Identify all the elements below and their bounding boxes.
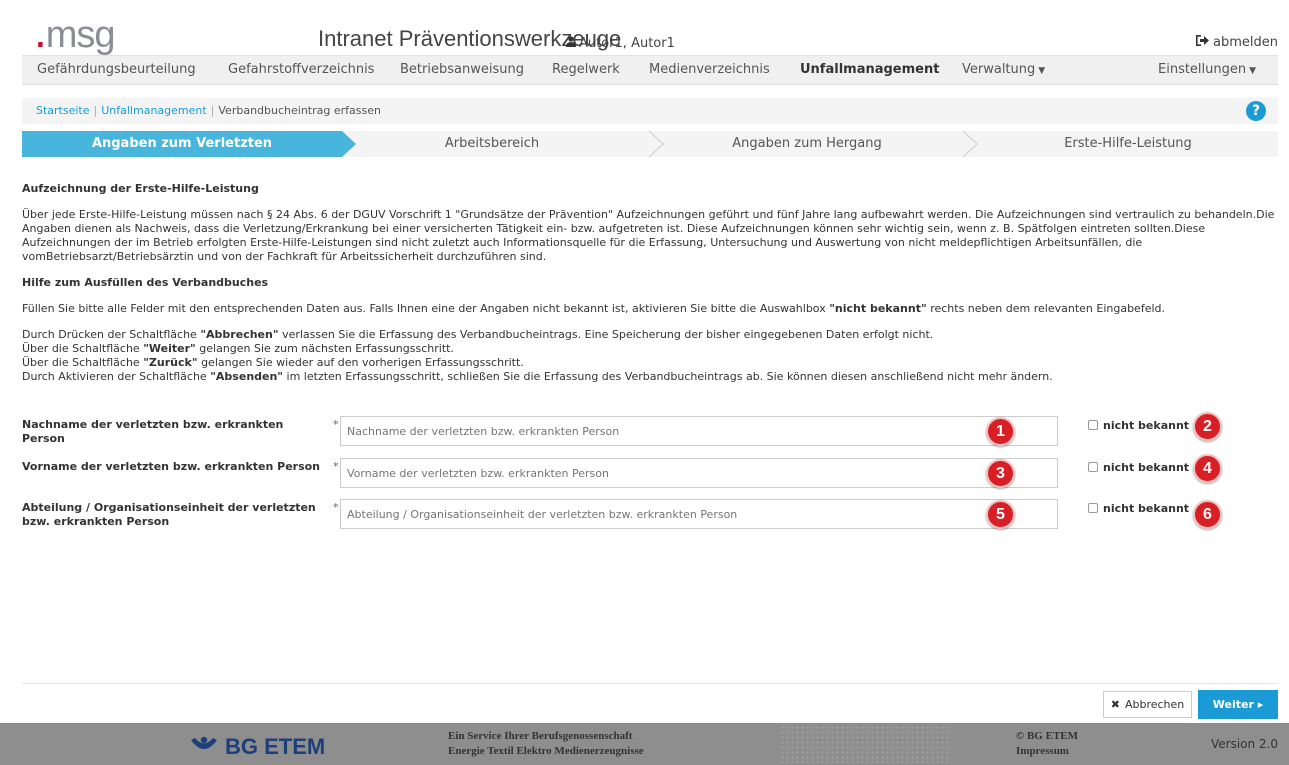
cancel-button[interactable]: ✖ Abbrechen: [1103, 691, 1192, 718]
nav-item-verwaltung[interactable]: Verwaltung ▼: [962, 62, 1045, 77]
user-name: Autor1, Autor1: [579, 36, 675, 51]
step-angaben-zum-hergang[interactable]: Angaben zum Hergang: [664, 131, 950, 157]
nav-item-medienverzeichnis[interactable]: Medienverzeichnis: [649, 62, 770, 77]
breadcrumb-unfallmanagement[interactable]: Unfallmanagement: [101, 104, 206, 117]
divider: [22, 683, 1278, 684]
chevron-down-icon: ▼: [1038, 66, 1046, 76]
field-label-nachname: Nachname der verletzten bzw. erkrankten …: [22, 418, 284, 445]
version-label: Version 2.0: [1210, 737, 1278, 751]
wizard-steps: Angaben zum Verletzten Arbeitsbereich An…: [22, 131, 1278, 157]
bg-etem-logo-icon: [191, 736, 217, 749]
nachname-input[interactable]: [340, 416, 1058, 446]
instruction-abbrechen: Durch Drücken der Schaltfläche "Abbreche…: [22, 328, 934, 341]
step-erste-hilfe-leistung[interactable]: Erste-Hilfe-Leistung: [978, 131, 1278, 157]
form-row-vorname: Vorname der verletzten bzw. erkrankten P…: [22, 454, 1278, 492]
checkbox-icon: [1088, 503, 1098, 513]
field-label-vorname: Vorname der verletzten bzw. erkrankten P…: [22, 460, 321, 473]
step-angaben-zum-verletzten[interactable]: Angaben zum Verletzten: [22, 131, 342, 157]
required-marker: *: [333, 418, 339, 431]
footer: BG ETEM Ein Service Ihrer Berufsgenossen…: [0, 723, 1289, 765]
footer-dot-pattern: [780, 725, 952, 763]
nav-item-einstellungen[interactable]: Einstellungen ▼: [1158, 62, 1256, 77]
nav-item-gefaehrdungsbeurteilung[interactable]: Gefährdungsbeurteilung: [37, 62, 196, 77]
paragraph-hilfe: Füllen Sie bitte alle Felder mit den ent…: [22, 302, 1165, 315]
required-marker: *: [333, 501, 339, 514]
footer-service-text: Ein Service Ihrer Berufsgenossenschaft E…: [448, 730, 644, 757]
not-known-checkbox-vorname[interactable]: nicht bekannt: [1088, 461, 1189, 474]
abteilung-input[interactable]: [340, 499, 1058, 529]
breadcrumb-current: Verbandbucheintrag erfassen: [218, 104, 381, 117]
step-arrow-icon: [962, 131, 978, 157]
instruction-zurueck: Über die Schaltfläche "Zurück" gelangen …: [22, 356, 524, 369]
breadcrumb: Startseite | Unfallmanagement | Verbandbuche…: [22, 98, 1278, 124]
heading-hilfe: Hilfe zum Ausfüllen des Verbandbuches: [22, 276, 269, 289]
not-known-checkbox-abteilung[interactable]: nicht bekannt: [1088, 502, 1189, 515]
bg-etem-logo[interactable]: BG ETEM: [189, 734, 325, 760]
footer-copyright: © BG ETEM Impressum: [1016, 730, 1079, 759]
annotation-badge-1: 1: [986, 417, 1015, 446]
instruction-absenden: Durch Aktivieren der Schaltfläche "Absen…: [22, 370, 1053, 383]
imprint-link[interactable]: Impressum: [1016, 744, 1078, 759]
step-arbeitsbereich[interactable]: Arbeitsbereich: [356, 131, 628, 157]
form-row-nachname: Nachname der verletzten bzw. erkrankten …: [22, 412, 1278, 450]
help-icon[interactable]: ?: [1246, 101, 1266, 121]
field-label-abteilung: Abteilung / Organisationseinheit der ver…: [22, 501, 316, 528]
form-row-abteilung: Abteilung / Organisationseinheit der ver…: [22, 499, 1278, 533]
msg-logo[interactable]: .msg: [34, 8, 116, 54]
breadcrumb-home[interactable]: Startseite: [36, 104, 90, 117]
info-content: Aufzeichnung der Erste-Hilfe-Leistung Üb…: [22, 182, 1278, 384]
annotation-badge-2: 2: [1193, 412, 1222, 441]
logout-link[interactable]: abmelden: [1195, 35, 1278, 50]
user-info: Autor1, Autor1: [566, 36, 675, 51]
close-icon: ✖: [1110, 698, 1120, 711]
main-nav: Gefährdungsbeurteilung Gefahrstoffverzei…: [22, 55, 1278, 85]
header: .msg Intranet Präventionswerkzeuge Autor…: [0, 0, 1289, 54]
instruction-weiter: Über die Schaltfläche "Weiter" gelangen …: [22, 342, 454, 355]
paragraph-aufzeichnung: Über jede Erste-Hilfe-Leistung müssen na…: [22, 208, 1275, 263]
nav-item-gefahrstoffverzeichnis[interactable]: Gefahrstoffverzeichnis: [228, 62, 374, 77]
heading-aufzeichnung: Aufzeichnung der Erste-Hilfe-Leistung: [22, 182, 259, 195]
nav-item-regelwerk[interactable]: Regelwerk: [552, 62, 620, 77]
nav-item-unfallmanagement[interactable]: Unfallmanagement: [800, 62, 939, 77]
step-arrow-icon: [648, 131, 664, 157]
checkbox-icon: [1088, 462, 1098, 472]
not-known-checkbox-nachname[interactable]: nicht bekannt: [1088, 419, 1189, 432]
next-button[interactable]: Weiter ▸: [1198, 690, 1278, 719]
chevron-down-icon: ▼: [1249, 66, 1257, 76]
checkbox-icon: [1088, 420, 1098, 430]
annotation-badge-6: 6: [1193, 500, 1222, 529]
nav-item-betriebsanweisung[interactable]: Betriebsanweisung: [400, 62, 524, 77]
breadcrumb-separator: |: [210, 104, 215, 117]
user-icon: [566, 36, 576, 51]
vorname-input[interactable]: [340, 458, 1058, 488]
step-arrow-icon: [342, 131, 356, 157]
annotation-badge-3: 3: [986, 459, 1015, 488]
required-marker: *: [333, 460, 339, 473]
logout-label: abmelden: [1213, 35, 1278, 50]
logout-icon: [1195, 35, 1209, 50]
annotation-badge-4: 4: [1193, 454, 1222, 483]
breadcrumb-separator: |: [93, 104, 98, 117]
annotation-badge-5: 5: [986, 500, 1015, 529]
